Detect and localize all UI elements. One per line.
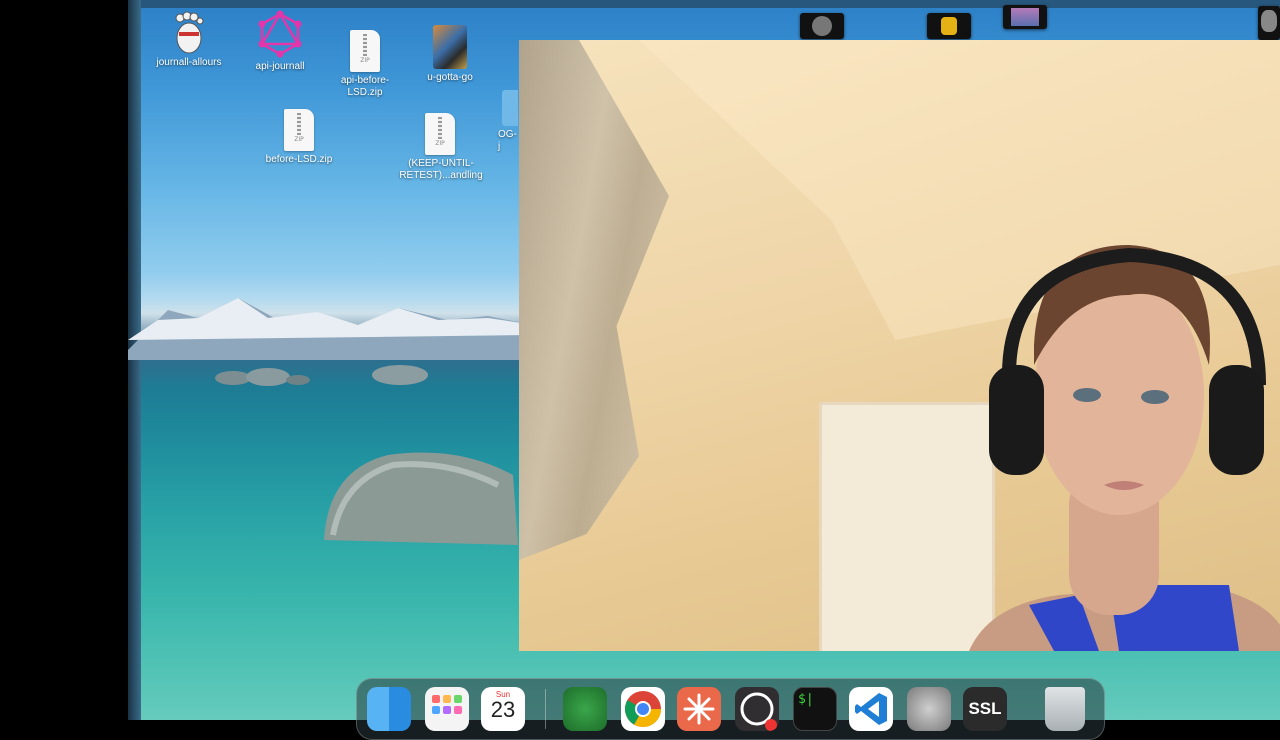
footprint-app-icon — [169, 10, 209, 54]
sweeper-app-icon[interactable] — [563, 687, 607, 731]
desktop-icon-label: api-journall — [255, 61, 305, 72]
dock: Sun 23 $| SSL — [356, 678, 1105, 740]
desktop-icon-u-gotta-go[interactable]: u-gotta-go — [405, 25, 495, 84]
launchpad-icon[interactable] — [425, 687, 469, 731]
chrome-icon[interactable] — [621, 687, 665, 731]
rocks-image — [215, 365, 518, 545]
desktop-icon-label: OG-j — [498, 129, 517, 152]
left-black-region — [0, 0, 128, 720]
obs-icon[interactable] — [735, 687, 779, 731]
curtain-image — [519, 40, 669, 560]
desktop-icon-label: journall-allours — [156, 57, 222, 68]
window-thumbnail-2[interactable] — [927, 13, 971, 39]
desktop-icon-journall-allours[interactable]: journall-allours — [144, 10, 234, 69]
zip-file-icon: ZIP — [425, 113, 455, 155]
terminal-icon[interactable]: $| — [793, 687, 837, 731]
desktop-icon-api-before-lsd[interactable]: ZIP api-before-LSD.zip — [320, 30, 410, 99]
graphql-icon — [256, 10, 304, 58]
finder-icon[interactable] — [367, 687, 411, 731]
desktop-icon-keep-until-retest[interactable]: ZIP (KEEP-UNTIL-RETEST)...andling — [395, 113, 485, 182]
folder-icon — [502, 90, 518, 126]
top-strip — [128, 0, 1280, 8]
desktop-icon-label: u-gotta-go — [427, 72, 473, 83]
zip-file-icon: ZIP — [284, 109, 314, 151]
ssl-label: SSL — [968, 699, 1002, 718]
disk-utility-icon[interactable] — [907, 687, 951, 731]
window-thumbnail-3[interactable] — [1003, 5, 1047, 29]
zip-file-icon: ZIP — [350, 30, 380, 72]
desktop-icon-api-journall[interactable]: api-journall — [235, 10, 325, 73]
desktop-icon-label: (KEEP-UNTIL-RETEST)...andling — [399, 158, 483, 181]
desktop-icon-label: api-before-LSD.zip — [340, 75, 390, 98]
trash-icon[interactable] — [1045, 687, 1085, 731]
zip-badge: ZIP — [435, 140, 445, 147]
mountains-image — [128, 298, 528, 360]
person-image — [969, 245, 1280, 651]
image-file-icon — [433, 25, 467, 69]
calendar-day: 23 — [490, 697, 516, 722]
calendar-icon[interactable]: Sun 23 — [481, 687, 525, 731]
desktop-icon-og-j[interactable]: OG-j — [488, 90, 518, 153]
vscode-icon[interactable] — [849, 687, 893, 731]
webcam-overlay — [519, 40, 1280, 651]
window-thumbnail-1[interactable] — [800, 13, 844, 39]
dock-separator — [545, 689, 546, 729]
zip-badge: ZIP — [294, 136, 304, 143]
ssl-app-icon[interactable]: SSL — [963, 687, 1007, 731]
terminal-prompt: $| — [798, 692, 814, 707]
window-thumbnail-4[interactable] — [1258, 6, 1280, 40]
desktop-icon-before-lsd[interactable]: ZIP before-LSD.zip — [254, 109, 344, 166]
zip-badge: ZIP — [360, 57, 370, 64]
claude-icon[interactable] — [677, 687, 721, 731]
desktop-icon-label: before-LSD.zip — [265, 154, 333, 165]
